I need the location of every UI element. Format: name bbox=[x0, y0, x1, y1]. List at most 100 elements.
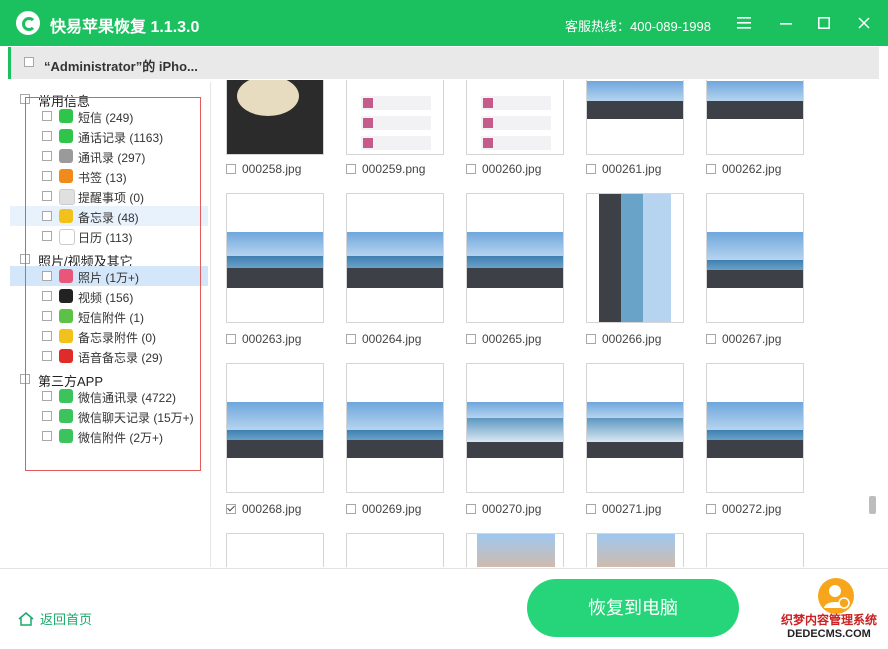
photo-thumbnail[interactable] bbox=[586, 193, 684, 323]
photo-thumbnail[interactable] bbox=[346, 80, 444, 155]
photo-thumbnail[interactable] bbox=[706, 533, 804, 567]
file-item[interactable]: 000266.jpg bbox=[586, 332, 661, 346]
file-checkbox[interactable] bbox=[346, 334, 356, 344]
photo-thumbnail[interactable] bbox=[466, 193, 564, 323]
file-item[interactable]: 000259.png bbox=[346, 162, 425, 176]
file-name: 000260.jpg bbox=[482, 162, 542, 176]
file-item[interactable]: 000261.jpg bbox=[586, 162, 661, 176]
file-name: 000263.jpg bbox=[242, 332, 302, 346]
contacts-checkbox[interactable] bbox=[42, 151, 52, 161]
voice-memos-checkbox[interactable] bbox=[42, 351, 52, 361]
device-select-all-checkbox[interactable] bbox=[24, 57, 34, 67]
file-checkbox[interactable] bbox=[466, 164, 476, 174]
support-avatar-icon[interactable] bbox=[818, 578, 854, 614]
file-item[interactable]: 000258.jpg bbox=[226, 162, 301, 176]
sidebar-item-call-log[interactable]: 通话记录 (1163) bbox=[10, 126, 208, 146]
menu-icon[interactable] bbox=[734, 13, 754, 33]
scrollbar-thumb[interactable] bbox=[869, 496, 876, 514]
file-item[interactable]: 000262.jpg bbox=[706, 162, 781, 176]
file-item[interactable]: 000272.jpg bbox=[706, 502, 781, 516]
sidebar-item-notes-attachments[interactable]: 备忘录附件 (0) bbox=[10, 326, 208, 346]
sidebar-item-photos[interactable]: 照片 (1万+) bbox=[10, 266, 208, 286]
file-checkbox[interactable] bbox=[586, 334, 596, 344]
sidebar-item-reminders[interactable]: 提醒事项 (0) bbox=[10, 186, 208, 206]
photo-thumbnail[interactable] bbox=[226, 80, 324, 155]
photo-thumbnail[interactable] bbox=[226, 363, 324, 493]
sidebar-item-sms-attachments[interactable]: 短信附件 (1) bbox=[10, 306, 208, 326]
file-item[interactable]: 000265.jpg bbox=[466, 332, 541, 346]
photo-thumbnail[interactable] bbox=[586, 80, 684, 155]
sidebar-item-calendar[interactable]: 日历 (113) bbox=[10, 226, 208, 246]
maximize-icon[interactable] bbox=[814, 13, 834, 33]
file-checkbox[interactable] bbox=[586, 504, 596, 514]
file-checkbox[interactable] bbox=[226, 504, 236, 514]
recover-to-computer-button[interactable]: 恢复到电脑 bbox=[527, 579, 739, 637]
notes-attachments-checkbox[interactable] bbox=[42, 331, 52, 341]
file-item[interactable]: 000268.jpg bbox=[226, 502, 301, 516]
bookmarks-checkbox[interactable] bbox=[42, 171, 52, 181]
calendar-icon bbox=[59, 229, 75, 245]
photo-thumbnail[interactable] bbox=[706, 363, 804, 493]
sidebar-item-contacts[interactable]: 通讯录 (297) bbox=[10, 146, 208, 166]
home-button[interactable]: 返回首页 bbox=[18, 609, 92, 628]
file-checkbox[interactable] bbox=[586, 164, 596, 174]
photo-thumbnail[interactable] bbox=[346, 533, 444, 567]
sidebar-item-sms[interactable]: 短信 (249) bbox=[10, 106, 208, 126]
sidebar-item-voice-memos[interactable]: 语音备忘录 (29) bbox=[10, 346, 208, 366]
sms-attachments-checkbox[interactable] bbox=[42, 311, 52, 321]
call-log-checkbox[interactable] bbox=[42, 131, 52, 141]
file-item[interactable]: 000260.jpg bbox=[466, 162, 541, 176]
scrollbar[interactable] bbox=[866, 80, 876, 567]
close-icon[interactable] bbox=[854, 13, 874, 33]
file-item[interactable]: 000263.jpg bbox=[226, 332, 301, 346]
reminders-checkbox[interactable] bbox=[42, 191, 52, 201]
file-checkbox[interactable] bbox=[466, 334, 476, 344]
photo-thumbnail[interactable] bbox=[466, 80, 564, 155]
calendar-checkbox[interactable] bbox=[42, 231, 52, 241]
file-item[interactable]: 000270.jpg bbox=[466, 502, 541, 516]
sms-checkbox[interactable] bbox=[42, 111, 52, 121]
wechat-chats-checkbox[interactable] bbox=[42, 411, 52, 421]
file-item[interactable]: 000267.jpg bbox=[706, 332, 781, 346]
videos-checkbox[interactable] bbox=[42, 291, 52, 301]
file-name: 000266.jpg bbox=[602, 332, 662, 346]
photo-thumbnail[interactable] bbox=[226, 533, 324, 567]
file-checkbox[interactable] bbox=[226, 164, 236, 174]
file-name: 000268.jpg bbox=[242, 502, 302, 516]
category-third-party-checkbox[interactable] bbox=[20, 374, 30, 384]
photo-thumbnail[interactable] bbox=[586, 533, 684, 567]
wechat-attachments-checkbox[interactable] bbox=[42, 431, 52, 441]
file-checkbox[interactable] bbox=[706, 334, 716, 344]
file-checkbox[interactable] bbox=[706, 164, 716, 174]
photos-checkbox[interactable] bbox=[42, 271, 52, 281]
category-common-checkbox[interactable] bbox=[20, 94, 30, 104]
file-item[interactable]: 000271.jpg bbox=[586, 502, 661, 516]
sidebar-item-videos[interactable]: 视频 (156) bbox=[10, 286, 208, 306]
file-checkbox[interactable] bbox=[346, 504, 356, 514]
file-item[interactable]: 000269.jpg bbox=[346, 502, 421, 516]
file-checkbox[interactable] bbox=[346, 164, 356, 174]
notes-checkbox[interactable] bbox=[42, 211, 52, 221]
sidebar-item-label: 通讯录 (297) bbox=[78, 151, 146, 165]
photo-thumbnail[interactable] bbox=[706, 80, 804, 155]
sidebar-item-wechat-contacts[interactable]: 微信通讯录 (4722) bbox=[10, 386, 208, 406]
file-checkbox[interactable] bbox=[706, 504, 716, 514]
sidebar-item-wechat-attachments[interactable]: 微信附件 (2万+) bbox=[10, 426, 208, 446]
photo-thumbnail[interactable] bbox=[586, 363, 684, 493]
file-checkbox[interactable] bbox=[226, 334, 236, 344]
sidebar-item-notes[interactable]: 备忘录 (48) bbox=[10, 206, 208, 226]
wechat-contacts-checkbox[interactable] bbox=[42, 391, 52, 401]
photo-thumbnail[interactable] bbox=[226, 193, 324, 323]
category-media-checkbox[interactable] bbox=[20, 254, 30, 264]
photo-thumbnail[interactable] bbox=[346, 363, 444, 493]
file-checkbox[interactable] bbox=[466, 504, 476, 514]
photo-thumbnail[interactable] bbox=[706, 193, 804, 323]
watermark: 织梦内容管理系统 DEDECMS.COM bbox=[776, 613, 882, 641]
minimize-icon[interactable] bbox=[776, 13, 796, 33]
photo-thumbnail[interactable] bbox=[466, 363, 564, 493]
photo-thumbnail[interactable] bbox=[466, 533, 564, 567]
sidebar-item-wechat-chats[interactable]: 微信聊天记录 (15万+) bbox=[10, 406, 208, 426]
sidebar-item-bookmarks[interactable]: 书签 (13) bbox=[10, 166, 208, 186]
photo-thumbnail[interactable] bbox=[346, 193, 444, 323]
file-item[interactable]: 000264.jpg bbox=[346, 332, 421, 346]
